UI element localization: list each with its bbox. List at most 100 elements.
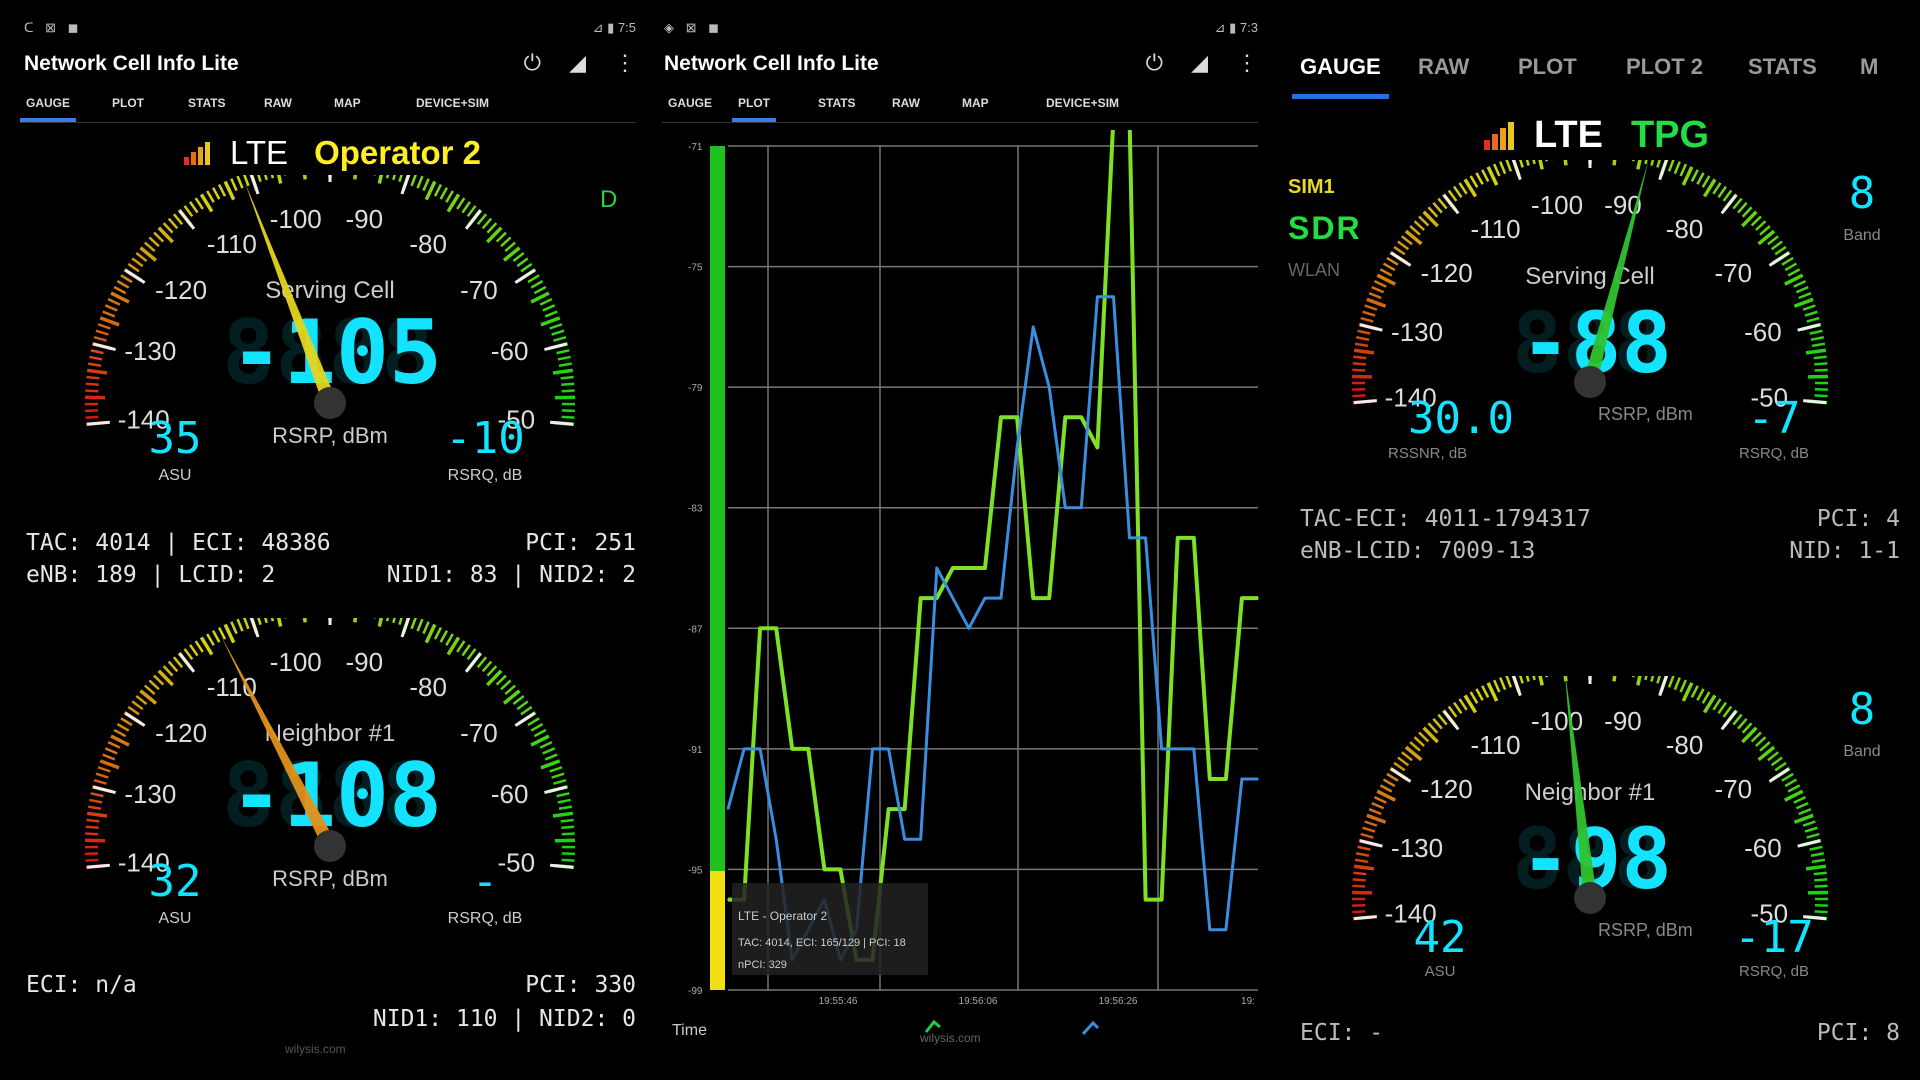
gauge-tick bbox=[1360, 832, 1374, 839]
tab-device-sim[interactable]: DEVICE+SIM bbox=[1040, 92, 1125, 118]
gauge-tick bbox=[236, 175, 244, 189]
tab-raw[interactable]: RAW bbox=[1410, 52, 1477, 94]
gauge-title: Serving Cell bbox=[1525, 263, 1654, 290]
gauge-tick bbox=[1493, 679, 1501, 693]
gauge-tick bbox=[385, 175, 390, 179]
gauge-tick bbox=[257, 175, 262, 183]
signal-icon[interactable]: ◢ bbox=[569, 50, 586, 76]
gauge-tick bbox=[486, 222, 498, 234]
plot-point bbox=[1176, 748, 1179, 750]
gauge-tick bbox=[1545, 160, 1548, 162]
gauge-tick bbox=[1759, 225, 1771, 236]
gauge-tick bbox=[500, 679, 512, 691]
gauge-scale-label: -60 bbox=[1744, 317, 1782, 347]
rsrq-label: RSRQ, dB bbox=[448, 467, 523, 484]
gauge-tick bbox=[1353, 348, 1375, 355]
gauge-scale-label: -110 bbox=[207, 229, 257, 259]
gauge-major-tick bbox=[92, 785, 116, 794]
gauge-tick bbox=[1393, 761, 1406, 772]
gauge-tick bbox=[1525, 676, 1530, 682]
gauge-tick bbox=[530, 723, 544, 732]
rsrp-unit: RSRP, dBm bbox=[272, 866, 388, 891]
gauge-tick bbox=[544, 753, 558, 761]
gauge-major-tick bbox=[1511, 160, 1522, 181]
tab-device-sim[interactable]: DEVICE+SIM bbox=[410, 92, 495, 118]
gauge-tick bbox=[1519, 160, 1524, 168]
gauge-tick bbox=[1737, 718, 1748, 730]
tab-raw[interactable]: RAW bbox=[258, 92, 298, 118]
more-vert-icon[interactable]: ⋮ bbox=[1236, 50, 1258, 76]
gauge-tick bbox=[89, 798, 103, 804]
gauge-tick bbox=[1532, 160, 1536, 165]
gauge-scale-label: -120 bbox=[155, 718, 207, 748]
gauge-tick bbox=[1418, 731, 1430, 743]
plot-point bbox=[1064, 416, 1067, 419]
tab-more[interactable]: M bbox=[1852, 52, 1886, 94]
gauge-tick bbox=[476, 213, 488, 225]
gauge-tick bbox=[1795, 801, 1809, 810]
gauge-tick bbox=[353, 618, 358, 623]
tab-map[interactable]: MAP bbox=[956, 92, 995, 118]
gauge-tick bbox=[1774, 245, 1787, 256]
tab-plot[interactable]: PLOT bbox=[1510, 52, 1585, 94]
gauge-tick bbox=[1364, 820, 1378, 827]
gauge-tick bbox=[1784, 262, 1798, 272]
gauge-tick bbox=[1469, 175, 1479, 188]
gauge-tick bbox=[377, 618, 384, 627]
gauge-tick bbox=[398, 175, 403, 183]
gauge-tick bbox=[1493, 163, 1501, 177]
tab-plot[interactable]: PLOT bbox=[732, 92, 776, 122]
gauge-tick bbox=[264, 175, 268, 181]
plot-point bbox=[1176, 537, 1179, 539]
tab-stats[interactable]: STATS bbox=[812, 92, 862, 118]
gauge-tick bbox=[86, 811, 108, 818]
app-title: Network Cell Info Lite bbox=[24, 52, 239, 75]
gauge-tick bbox=[1519, 676, 1524, 684]
screen-plot: ◈ ⊠ ◼ ⊿ ▮ 7:3 Network Cell Info Lite ⏻ ◢… bbox=[658, 0, 1272, 1080]
asu-value: 42 bbox=[1414, 912, 1467, 963]
tab-map[interactable]: MAP bbox=[328, 92, 367, 118]
tab-plot-2[interactable]: PLOT 2 bbox=[1618, 52, 1711, 94]
tab-bar: GAUGE PLOT STATS RAW MAP DEVICE+SIM bbox=[20, 92, 636, 123]
gauge-major-tick bbox=[1720, 194, 1738, 215]
tab-gauge[interactable]: GAUGE bbox=[662, 92, 718, 118]
operator-name: TPG bbox=[1630, 114, 1710, 156]
more-vert-icon[interactable]: ⋮ bbox=[614, 50, 636, 76]
gauge-tick bbox=[153, 231, 165, 243]
plot-point bbox=[791, 748, 793, 750]
gauge-tick bbox=[1373, 279, 1387, 288]
blue-line-legend-icon bbox=[1081, 1020, 1100, 1036]
gauge-tick bbox=[540, 759, 561, 770]
plot-y-ticks: -71 -75 -79 -83 -87 -91 -95 -99 bbox=[688, 142, 703, 997]
gauge-tick bbox=[539, 741, 553, 749]
gauge-tick bbox=[527, 274, 540, 284]
plot-point bbox=[1193, 537, 1195, 539]
band-label: Band bbox=[1843, 227, 1880, 244]
gauge-tick bbox=[85, 415, 99, 419]
gauge-tick bbox=[1364, 304, 1378, 311]
plot-grid bbox=[728, 145, 1258, 991]
signal-icon[interactable]: ◢ bbox=[1191, 50, 1208, 76]
gauge-tick bbox=[1413, 736, 1425, 747]
tab-stats[interactable]: STATS bbox=[1740, 52, 1825, 94]
gauge-tick bbox=[1814, 394, 1828, 398]
gauge-scale-label: -60 bbox=[491, 336, 529, 366]
power-icon[interactable]: ⏻ bbox=[1146, 50, 1163, 76]
plot-x-ticks: 19:55:46 19:56:06 19:56:26 19: bbox=[819, 996, 1255, 1007]
tab-stats[interactable]: STATS bbox=[182, 92, 232, 118]
gauge-needle-hub bbox=[1574, 882, 1606, 914]
tab-plot[interactable]: PLOT bbox=[106, 92, 150, 118]
gauge-tick bbox=[120, 717, 133, 727]
tab-gauge[interactable]: GAUGE bbox=[20, 92, 77, 122]
gauge-tick bbox=[556, 792, 570, 798]
tab-raw[interactable]: RAW bbox=[886, 92, 926, 118]
gauge-tick bbox=[1382, 778, 1396, 788]
tab-gauge[interactable]: GAUGE bbox=[1292, 52, 1389, 99]
gauge-tick bbox=[183, 648, 194, 661]
gauge-tick bbox=[1458, 698, 1468, 711]
gauge-scale-label: -130 bbox=[124, 336, 176, 366]
gauge-tick bbox=[1409, 741, 1421, 752]
gauge-tick bbox=[1732, 197, 1743, 210]
gauge-tick bbox=[353, 175, 358, 180]
power-icon[interactable]: ⏻ bbox=[524, 50, 541, 76]
